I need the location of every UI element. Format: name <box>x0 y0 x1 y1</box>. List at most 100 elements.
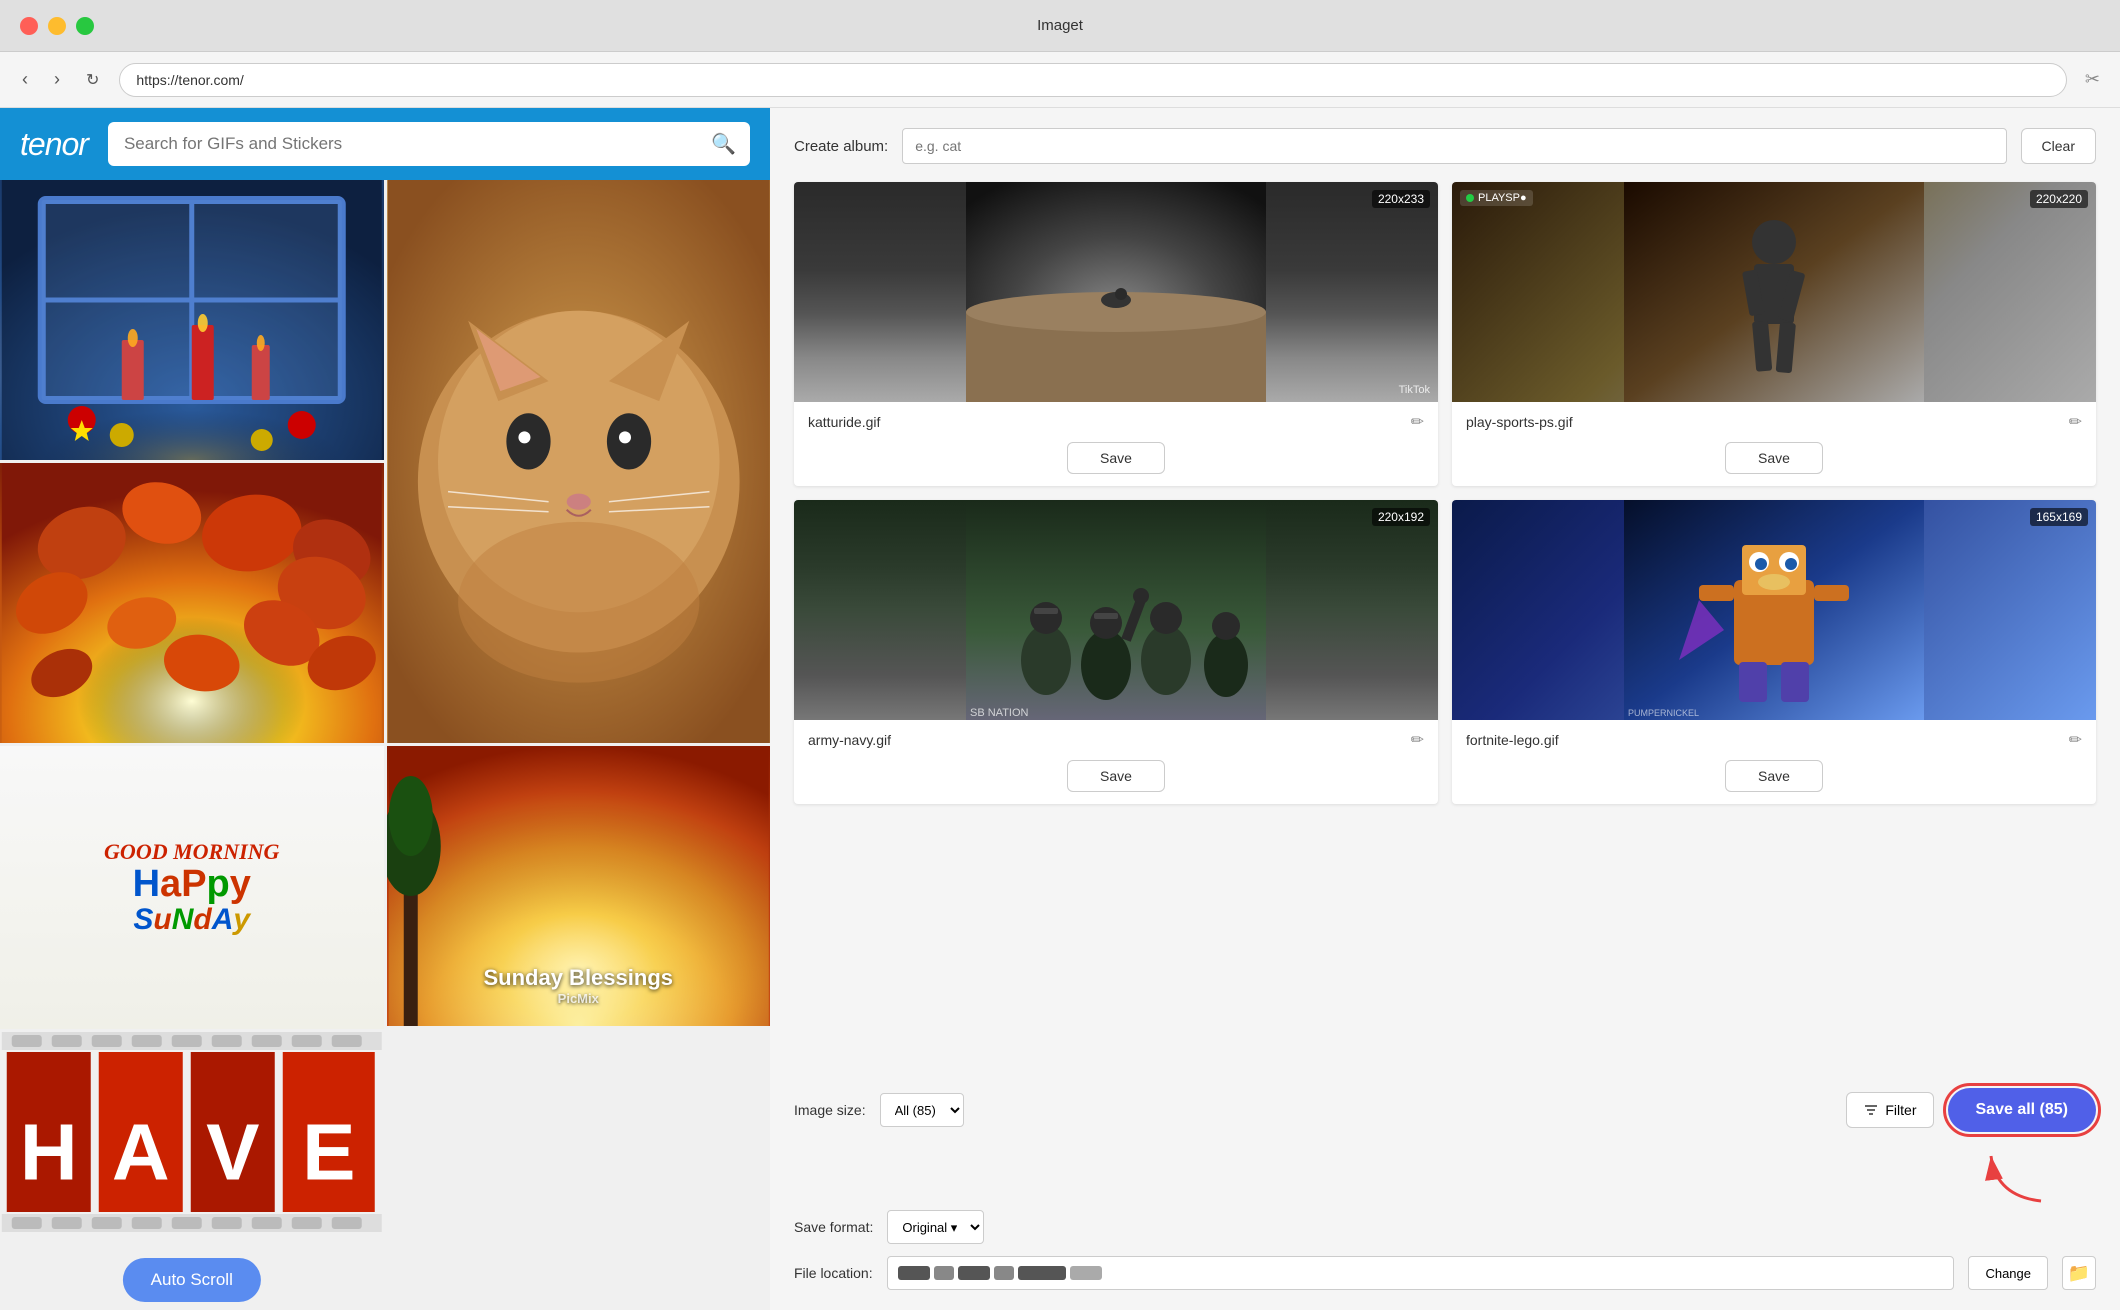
file-location-label: File location: <box>794 1265 873 1281</box>
path-segment-6 <box>1070 1266 1102 1280</box>
filter-label: Filter <box>1885 1102 1916 1118</box>
play-dot <box>1466 194 1474 202</box>
image-card-katturide: 220x233 TikTok katturide.gif ✏ Save <box>794 182 1438 486</box>
create-album-row: Create album: Clear <box>794 128 2096 164</box>
gm-h: H <box>133 863 160 905</box>
tenor-search-input[interactable] <box>108 122 750 166</box>
edit-icon-katturide[interactable]: ✏ <box>1411 412 1424 432</box>
close-button[interactable] <box>20 17 38 35</box>
image-filename-fortnitelego: fortnite-lego.gif <box>1466 732 1559 748</box>
svg-text:H: H <box>20 1108 78 1197</box>
images-grid: 220x233 TikTok katturide.gif ✏ Save <box>794 182 2096 804</box>
gif-grid: GOOD MORNING HaPpy SuNdAy <box>0 180 770 1310</box>
path-segment-2 <box>934 1266 954 1280</box>
titlebar: Imaget <box>0 0 2120 52</box>
gif-cell-cat[interactable] <box>387 180 771 743</box>
tenor-header: tenor 🔍 <box>0 108 770 180</box>
path-segment-4 <box>994 1266 1014 1280</box>
image-thumb-fortnitelego[interactable]: PUMPERNICKEL 165x169 <box>1452 500 2096 720</box>
save-button-armynavy[interactable]: Save <box>1067 760 1165 792</box>
edit-icon-armynavy[interactable]: ✏ <box>1411 730 1424 750</box>
edit-icon-playsports[interactable]: ✏ <box>2069 412 2082 432</box>
image-size-badge-fortnitelego: 165x169 <box>2030 508 2088 526</box>
tenor-logo: tenor <box>20 126 88 163</box>
refresh-button[interactable]: ↻ <box>80 66 105 94</box>
sunday-blessings-text: Sunday Blessings PicMix <box>387 965 771 1006</box>
arrow-svg <box>1976 1146 2056 1206</box>
search-icon[interactable]: 🔍 <box>711 132 736 157</box>
save-button-playsports[interactable]: Save <box>1725 442 1823 474</box>
image-watermark-katturide: TikTok <box>1399 384 1430 396</box>
filter-button[interactable]: Filter <box>1846 1092 1933 1128</box>
gif-cell-autumn[interactable] <box>0 463 384 743</box>
image-card-armynavy: SB NATION 220x192 army-navy.gif ✏ Save <box>794 500 1438 804</box>
save-format-label: Save format: <box>794 1219 873 1235</box>
image-filename-playsports: play-sports-ps.gif <box>1466 414 1573 430</box>
svg-text:A: A <box>112 1108 170 1197</box>
svg-text:SB NATION: SB NATION <box>970 707 1029 719</box>
gm-p2: p <box>207 863 230 905</box>
change-button[interactable]: Change <box>1968 1256 2048 1290</box>
path-segment-1 <box>898 1266 930 1280</box>
folder-icon: 📁 <box>2068 1263 2090 1284</box>
save-all-wrapper: Save all (85) <box>1948 1088 2097 1132</box>
image-card-fortnitelego: PUMPERNICKEL 165x169 fortnite-lego.gif ✏… <box>1452 500 2096 804</box>
gm-p1: P <box>181 863 206 905</box>
gm-y: y <box>230 863 251 905</box>
window-controls <box>20 17 94 35</box>
bookmark-icon[interactable]: ✂ <box>2081 65 2104 94</box>
image-card-playsports: 220x220 PLAYSP● play-sports-ps.gif ✏ Sav… <box>1452 182 2096 486</box>
tenor-search-wrapper: 🔍 <box>108 122 750 166</box>
svg-text:V: V <box>206 1108 259 1197</box>
gm-sunday-text: SuNdAy <box>133 903 250 937</box>
size-select[interactable]: All (85) <box>880 1093 964 1127</box>
auto-scroll-button[interactable]: Auto Scroll <box>123 1258 261 1302</box>
app-title: Imaget <box>1037 17 1083 34</box>
file-path-bar <box>887 1256 1955 1290</box>
gm-a: a <box>160 863 181 905</box>
gif-cell-have[interactable]: H A V E <box>0 1032 384 1310</box>
image-size-badge-armynavy: 220x192 <box>1372 508 1430 526</box>
gif-cell-sunday[interactable]: Sunday Blessings PicMix <box>387 746 771 1026</box>
filter-row: Image size: All (85) Filter Save all (85… <box>794 1088 2096 1132</box>
image-card-footer-armynavy: army-navy.gif ✏ <box>794 720 1438 760</box>
gif-cell-goodmorning[interactable]: GOOD MORNING HaPpy SuNdAy <box>0 746 384 1029</box>
play-badge-text: PLAYSP● <box>1478 192 1527 204</box>
right-panel: Create album: Clear <box>770 108 2120 1310</box>
sunday-text-main: Sunday Blessings <box>387 965 771 991</box>
edit-icon-fortnitelego[interactable]: ✏ <box>2069 730 2082 750</box>
image-card-footer-playsports: play-sports-ps.gif ✏ <box>1452 402 2096 442</box>
gm-good-morning-text: GOOD MORNING <box>104 839 279 865</box>
svg-text:PUMPERNICKEL: PUMPERNICKEL <box>1628 708 1699 718</box>
image-thumb-katturide[interactable]: 220x233 TikTok <box>794 182 1438 402</box>
file-location-row: File location: Change 📁 <box>794 1256 2096 1290</box>
arrow-indicator <box>794 1146 2096 1206</box>
folder-button[interactable]: 📁 <box>2062 1256 2096 1290</box>
forward-button[interactable]: › <box>48 65 66 94</box>
left-panel: tenor 🔍 <box>0 108 770 1310</box>
image-size-badge-playsports: 220x220 <box>2030 190 2088 208</box>
image-thumb-armynavy[interactable]: SB NATION 220x192 <box>794 500 1438 720</box>
save-button-katturide[interactable]: Save <box>1067 442 1165 474</box>
image-card-footer-katturide: katturide.gif ✏ <box>794 402 1438 442</box>
back-button[interactable]: ‹ <box>16 65 34 94</box>
image-size-label: Image size: <box>794 1102 866 1118</box>
save-all-button[interactable]: Save all (85) <box>1948 1088 2097 1132</box>
image-size-badge-katturide: 220x233 <box>1372 190 1430 208</box>
browser-chrome: ‹ › ↻ https://tenor.com/ ✂ <box>0 52 2120 108</box>
sunday-picmix: PicMix <box>387 991 771 1006</box>
filter-icon <box>1863 1102 1879 1118</box>
minimize-button[interactable] <box>48 17 66 35</box>
save-button-fortnitelego[interactable]: Save <box>1725 760 1823 792</box>
create-album-input[interactable] <box>902 128 2006 164</box>
format-select[interactable]: Original ▾ <box>887 1210 984 1244</box>
gif-cell-christmas[interactable] <box>0 180 384 460</box>
image-card-footer-fortnitelego: fortnite-lego.gif ✏ <box>1452 720 2096 760</box>
path-segment-3 <box>958 1266 990 1280</box>
clear-button[interactable]: Clear <box>2021 128 2096 164</box>
address-bar[interactable]: https://tenor.com/ <box>119 63 2067 97</box>
image-thumb-playsports[interactable]: 220x220 PLAYSP● <box>1452 182 2096 402</box>
maximize-button[interactable] <box>76 17 94 35</box>
svg-text:E: E <box>302 1108 355 1197</box>
gm-happy-text: HaPpy <box>133 865 251 903</box>
